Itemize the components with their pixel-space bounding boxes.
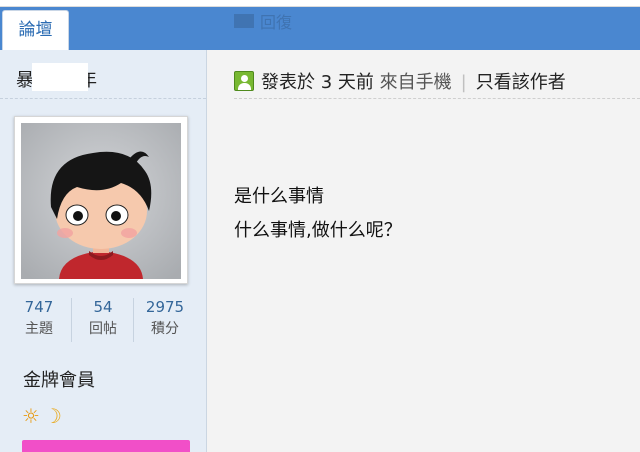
reply-label: 回復 (260, 13, 293, 32)
post-meta: 發表於 3 天前 來自手機 | 只看該作者 (261, 68, 566, 94)
top-nav-bar (0, 7, 640, 50)
username-redaction (32, 63, 88, 91)
stat-replies-value: 54 (93, 298, 113, 316)
stat-points-label: 積分 (151, 321, 179, 337)
username-row[interactable]: 暴 年 (0, 50, 206, 99)
stat-topics-value: 747 (24, 298, 54, 316)
user-rank-title: 金牌會員 (23, 370, 95, 391)
meta-separator: | (460, 72, 467, 93)
top-edge (0, 0, 640, 7)
tab-forum[interactable]: 論壇 (2, 10, 69, 50)
stat-replies-label: 回帖 (89, 321, 117, 337)
stat-topics-label: 主題 (25, 321, 53, 337)
author-sidebar: 暴 年 747 主題 54 回帖 2975 積分 金牌會員 ☼ ☽ (0, 50, 207, 452)
post-time: 發表於 3 天前 (261, 72, 374, 93)
post-line: 什么事情,做什么呢？ (234, 220, 402, 241)
stat-points-value: 2975 (145, 298, 185, 316)
stat-points[interactable]: 2975 積分 (134, 296, 196, 344)
only-author-link[interactable]: 只看該作者 (476, 72, 566, 93)
author-stats: 747 主題 54 回帖 2975 積分 (8, 296, 200, 344)
stat-topics[interactable]: 747 主題 (8, 296, 70, 344)
user-icon (234, 71, 254, 91)
post-content: 是什么事情 什么事情,做什么呢？ (234, 180, 402, 248)
moon-icon: ☽ (43, 404, 62, 428)
post-line: 是什么事情 (234, 186, 324, 207)
level-icons: ☼ ☽ (22, 406, 62, 427)
avatar-image (21, 123, 181, 279)
reply-icon (234, 14, 254, 28)
reply-button-faded[interactable]: 回復 (234, 9, 293, 32)
post-source: 來自手機 (379, 72, 452, 93)
sun-icon: ☼ (22, 404, 40, 428)
stat-replies[interactable]: 54 回帖 (72, 296, 134, 344)
avatar[interactable] (14, 116, 188, 284)
post-meta-row: 發表於 3 天前 來自手機 | 只看該作者 (234, 62, 640, 99)
rank-color-bar (22, 440, 190, 452)
